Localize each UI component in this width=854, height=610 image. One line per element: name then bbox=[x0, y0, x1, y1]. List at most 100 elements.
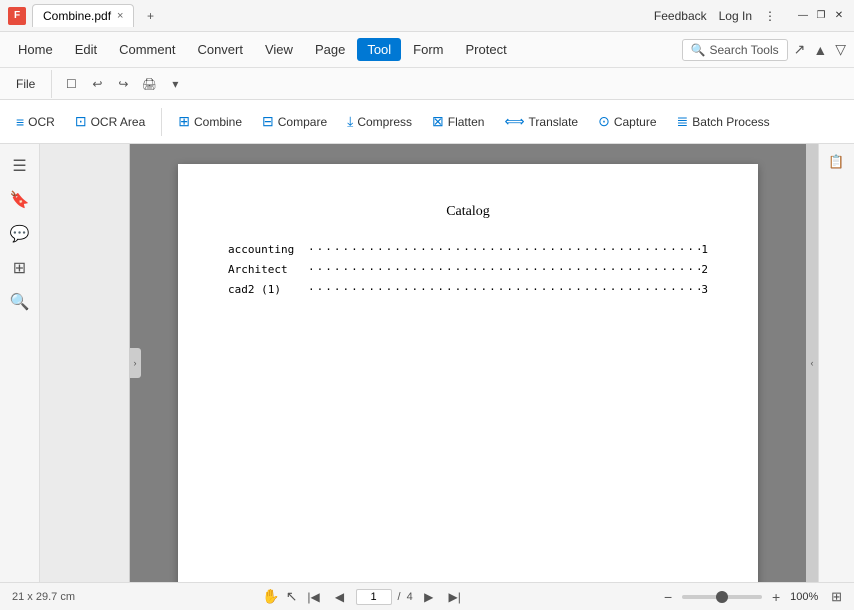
translate-button[interactable]: ⟺ Translate bbox=[496, 109, 586, 134]
left-panel-collapse-button[interactable]: › bbox=[129, 348, 141, 378]
minimize-button[interactable]: — bbox=[796, 9, 810, 23]
expand-icon[interactable]: ▲ bbox=[813, 42, 827, 58]
separator-1 bbox=[51, 70, 52, 98]
menu-bar-right: 🔍 Search Tools ↗ ▲ ▽ bbox=[682, 39, 846, 61]
active-tab[interactable]: Combine.pdf × bbox=[32, 4, 134, 27]
last-page-button[interactable]: ▶| bbox=[445, 587, 465, 607]
ocr-icon: ≡ bbox=[16, 114, 24, 130]
menu-view[interactable]: View bbox=[255, 38, 303, 61]
menu-bar: Home Edit Comment Convert View Page Tool… bbox=[0, 32, 854, 68]
first-page-button[interactable]: |◀ bbox=[304, 587, 324, 607]
help-icon[interactable]: ▽ bbox=[835, 41, 846, 58]
thumbnails-icon: ☰ bbox=[12, 156, 26, 176]
batch-process-label: Batch Process bbox=[692, 115, 769, 129]
close-button[interactable]: ✕ bbox=[832, 9, 846, 23]
redo-button[interactable]: ↪ bbox=[112, 73, 134, 95]
flatten-button[interactable]: ⊠ Flatten bbox=[424, 109, 492, 134]
sep-2 bbox=[161, 108, 162, 136]
zoom-thumb bbox=[716, 591, 728, 603]
sidebar-search-button[interactable]: 🔍 bbox=[6, 288, 34, 316]
pdf-label-cad2: cad2 (1) bbox=[228, 280, 308, 300]
batch-process-button[interactable]: ≣ Batch Process bbox=[669, 109, 778, 134]
tab-close-button[interactable]: × bbox=[117, 10, 123, 22]
new-file-button[interactable]: ☐ bbox=[60, 73, 82, 95]
sidebar-pages-button[interactable]: ⊞ bbox=[6, 254, 34, 282]
print-button[interactable]: 🖨 bbox=[138, 73, 160, 95]
capture-icon: ⊙ bbox=[598, 113, 610, 130]
pdf-dots-accounting: ········································… bbox=[308, 240, 701, 260]
login-button[interactable]: Log In bbox=[719, 9, 752, 23]
flatten-label: Flatten bbox=[448, 115, 485, 129]
zoom-out-button[interactable]: − bbox=[660, 589, 676, 605]
search-icon: 🔍 bbox=[691, 43, 706, 57]
compress-button[interactable]: ⤓ Compress bbox=[339, 109, 420, 134]
right-tool-icon: 📋 bbox=[828, 154, 844, 170]
capture-label: Capture bbox=[614, 115, 657, 129]
more-button[interactable]: ⋮ bbox=[764, 9, 776, 23]
menu-page[interactable]: Page bbox=[305, 38, 355, 61]
right-sidebar-tool-button[interactable]: 📋 bbox=[823, 148, 851, 176]
pdf-viewer[interactable]: Catalog accounting ·····················… bbox=[130, 144, 806, 582]
new-tab-button[interactable]: + bbox=[140, 6, 160, 26]
capture-button[interactable]: ⊙ Capture bbox=[590, 109, 664, 134]
combine-icon: ⊞ bbox=[178, 113, 190, 130]
flatten-icon: ⊠ bbox=[432, 113, 444, 130]
current-page-input[interactable]: 1 bbox=[356, 589, 392, 605]
sidebar-bookmarks-button[interactable]: 🔖 bbox=[6, 186, 34, 214]
batch-icon: ≣ bbox=[677, 113, 689, 130]
combine-label: Combine bbox=[194, 115, 242, 129]
page-separator: / bbox=[398, 591, 401, 603]
zoom-controls: − + 100% ⊞ bbox=[660, 589, 842, 605]
pdf-dots-cad2: ········································… bbox=[308, 280, 701, 300]
sidebar-thumbnails-button[interactable]: ☰ bbox=[6, 152, 34, 180]
zoom-in-button[interactable]: + bbox=[768, 589, 784, 605]
collapse-right-icon: ‹ bbox=[811, 358, 814, 368]
total-pages: 4 bbox=[407, 591, 413, 603]
sidebar-comments-button[interactable]: 💬 bbox=[6, 220, 34, 248]
file-menu-button[interactable]: File bbox=[8, 74, 43, 94]
ocr-area-icon: ⊡ bbox=[75, 113, 87, 130]
bookmarks-icon: 🔖 bbox=[10, 190, 30, 210]
menu-convert[interactable]: Convert bbox=[187, 38, 253, 61]
tab-title: Combine.pdf bbox=[43, 9, 111, 23]
pdf-page-accounting: 1 bbox=[701, 240, 708, 260]
compare-button[interactable]: ⊟ Compare bbox=[254, 109, 335, 134]
prev-page-button[interactable]: ◀ bbox=[330, 587, 350, 607]
next-page-button[interactable]: ▶ bbox=[419, 587, 439, 607]
pdf-row-architect: Architect ······························… bbox=[228, 260, 708, 280]
compare-label: Compare bbox=[278, 115, 327, 129]
more-tools-button[interactable]: ▾ bbox=[164, 73, 186, 95]
right-panel-collapse-button[interactable]: ‹ bbox=[806, 144, 818, 582]
redo-icon: ↪ bbox=[118, 77, 128, 91]
search-tools-button[interactable]: 🔍 Search Tools bbox=[682, 39, 788, 61]
menu-bar-icons: ↗ ▲ ▽ bbox=[794, 41, 846, 58]
comments-icon: 💬 bbox=[10, 224, 30, 244]
pdf-page: Catalog accounting ·····················… bbox=[178, 164, 758, 582]
ocr-area-button[interactable]: ⊡ OCR Area bbox=[67, 109, 153, 134]
combine-button[interactable]: ⊞ Combine bbox=[170, 109, 250, 134]
pdf-page-architect: 2 bbox=[701, 260, 708, 280]
menu-home[interactable]: Home bbox=[8, 38, 63, 61]
pdf-row-accounting: accounting ·····························… bbox=[228, 240, 708, 260]
pdf-catalog-title: Catalog bbox=[228, 204, 708, 220]
left-panel: › bbox=[40, 144, 130, 582]
zoom-slider[interactable] bbox=[682, 595, 762, 599]
ocr-label: OCR bbox=[28, 115, 55, 129]
page-navigation: ✋ ↖ |◀ ◀ 1 / 4 ▶ ▶| bbox=[262, 587, 464, 607]
translate-icon: ⟺ bbox=[504, 113, 524, 130]
pdf-row-cad2: cad2 (1) ·······························… bbox=[228, 280, 708, 300]
hand-tool-icon[interactable]: ✋ bbox=[262, 588, 279, 605]
restore-button[interactable]: ❐ bbox=[814, 9, 828, 23]
title-bar: F Combine.pdf × + Feedback Log In ⋮ — ❐ … bbox=[0, 0, 854, 32]
select-tool-icon[interactable]: ↖ bbox=[286, 588, 298, 605]
undo-button[interactable]: ↩ bbox=[86, 73, 108, 95]
ocr-button[interactable]: ≡ OCR bbox=[8, 110, 63, 134]
menu-comment[interactable]: Comment bbox=[109, 38, 185, 61]
external-link-icon[interactable]: ↗ bbox=[794, 41, 806, 58]
view-toggle-button[interactable]: ⊞ bbox=[831, 589, 842, 605]
menu-edit[interactable]: Edit bbox=[65, 38, 107, 61]
menu-form[interactable]: Form bbox=[403, 38, 453, 61]
menu-tool[interactable]: Tool bbox=[357, 38, 401, 61]
feedback-button[interactable]: Feedback bbox=[654, 9, 707, 23]
menu-protect[interactable]: Protect bbox=[456, 38, 517, 61]
